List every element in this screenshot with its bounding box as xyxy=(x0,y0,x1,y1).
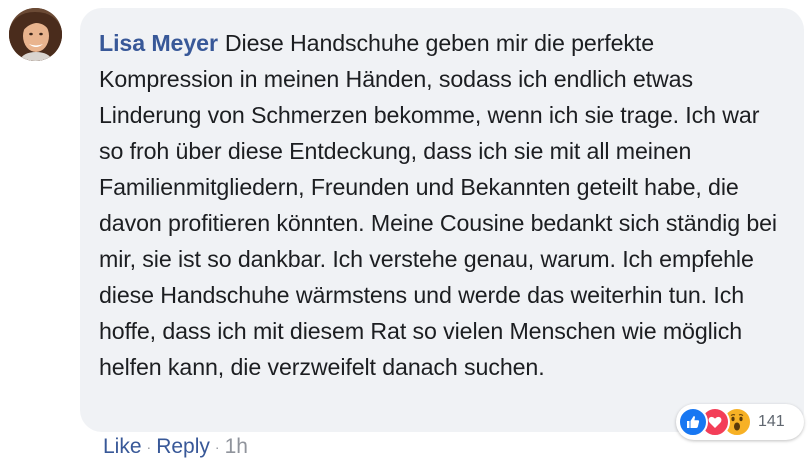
comment-actions: Like · Reply · 1h xyxy=(103,432,248,462)
reaction-summary[interactable]: 141 xyxy=(676,404,804,440)
comment-text: Diese Handschuhe geben mir die perfekte … xyxy=(99,30,777,380)
reply-button[interactable]: Reply xyxy=(156,432,210,462)
timestamp[interactable]: 1h xyxy=(225,432,248,462)
author-name[interactable]: Lisa Meyer xyxy=(99,30,218,56)
comment-body: Lisa Meyer Diese Handschuhe geben mir die… xyxy=(99,25,784,385)
separator-dot: · xyxy=(214,439,220,455)
comment-bubble: Lisa Meyer Diese Handschuhe geben mir die… xyxy=(80,8,804,432)
avatar[interactable] xyxy=(9,8,62,61)
reaction-count: 141 xyxy=(758,413,785,430)
like-button[interactable]: Like xyxy=(103,432,142,462)
separator-dot: · xyxy=(146,439,152,455)
like-icon xyxy=(678,407,708,437)
